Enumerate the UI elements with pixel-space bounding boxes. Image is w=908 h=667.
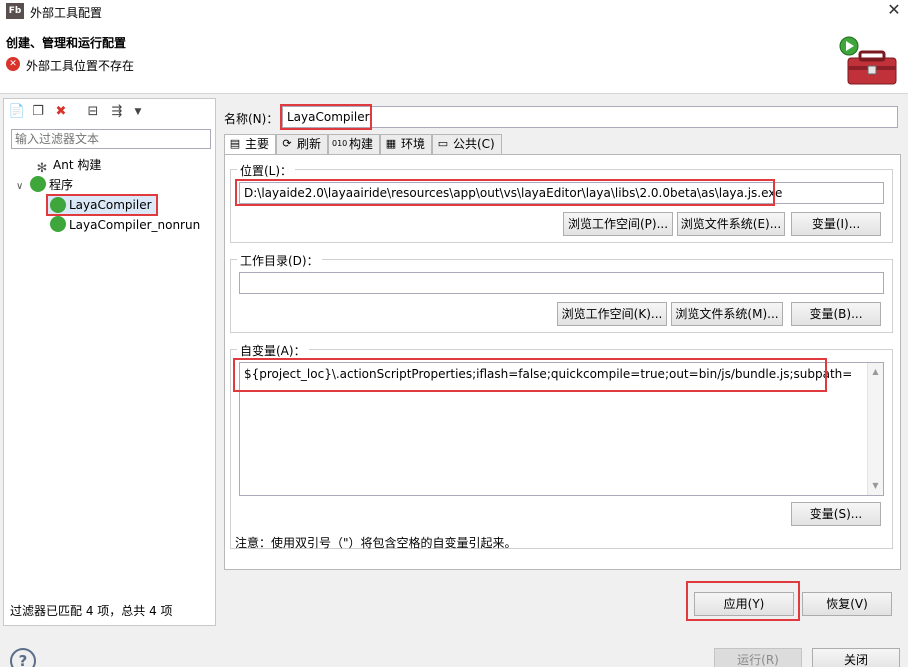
- help-icon[interactable]: ?: [10, 648, 36, 667]
- title-bar: Fb 外部工具配置 ✕: [0, 0, 908, 24]
- new-config-icon[interactable]: 📄: [8, 103, 26, 121]
- collapse-all-icon[interactable]: ⊟: [84, 103, 102, 121]
- name-highlight: [280, 104, 372, 130]
- delete-icon[interactable]: ✖: [52, 103, 70, 121]
- window-close-button[interactable]: ✕: [880, 0, 908, 22]
- arguments-highlight: [233, 358, 827, 392]
- name-label: 名称(N)：: [224, 112, 279, 126]
- tab-refresh[interactable]: ⟳ 刷新: [276, 134, 328, 154]
- tab-main[interactable]: ▤ 主要: [224, 134, 276, 155]
- workdir-group: 工作目录(D)： 浏览工作空间(K)... 浏览文件系统(M)... 变量(B)…: [230, 252, 893, 333]
- environment-tab-icon: ▦: [385, 137, 397, 150]
- arguments-scrollbar[interactable]: ▲ ▼: [867, 363, 883, 495]
- configuration-tree-panel: 📄 ❐ ✖ ⊟ ⇶ ▼ ✻Ant 构建 ∨程序 LayaCompiler Lay…: [3, 98, 216, 626]
- error-message: 外部工具位置不存在: [26, 59, 135, 73]
- workdir-variables-button[interactable]: 变量(B)...: [791, 302, 881, 326]
- tree-item-layacompiler[interactable]: LayaCompiler: [46, 194, 158, 216]
- run-button[interactable]: 运行(R): [714, 648, 802, 667]
- toolbox-icon: [839, 36, 897, 85]
- arguments-label: 自变量(A)：: [237, 342, 309, 359]
- window-title: 外部工具配置: [30, 6, 103, 20]
- dialog-header: 创建、管理和运行配置 ✕ 外部工具位置不存在: [0, 24, 908, 94]
- workdir-label: 工作目录(D)：: [237, 252, 322, 269]
- arguments-note: 注意：使用双引号（"）将包含空格的自变量引起来。: [235, 536, 517, 550]
- filter-input[interactable]: [11, 129, 211, 149]
- scroll-up-icon[interactable]: ▲: [868, 365, 883, 379]
- build-tab-icon: 010: [332, 139, 348, 148]
- tab-environment[interactable]: ▦ 环境: [380, 134, 432, 154]
- tab-common[interactable]: ▭ 公共(C): [432, 134, 502, 154]
- workdir-input[interactable]: [239, 272, 884, 294]
- browse-workspace-button[interactable]: 浏览工作空间(P)...: [563, 212, 673, 236]
- revert-button[interactable]: 恢复(V): [802, 592, 892, 616]
- location-label: 位置(L)：: [237, 162, 296, 179]
- chevron-down-icon[interactable]: ∨: [16, 177, 30, 197]
- menu-dropdown-icon[interactable]: ▼: [129, 103, 147, 121]
- program-run-icon: [30, 176, 46, 192]
- tree-item-program[interactable]: ∨ 程序: [16, 175, 73, 195]
- location-highlight: [235, 179, 775, 206]
- filter-icon[interactable]: ⇶: [108, 103, 126, 121]
- duplicate-icon[interactable]: ❐: [29, 103, 47, 121]
- filter-status: 过滤器已匹配 4 项，总共 4 项: [10, 604, 173, 618]
- error-icon: ✕: [6, 57, 20, 71]
- main-tab-content: 位置(L)： D:\layaide2.0\layaairide\resource…: [224, 154, 901, 570]
- common-tab-icon: ▭: [437, 137, 449, 150]
- tree-item-layacompiler-nonrun[interactable]: LayaCompiler_nonrun: [50, 215, 200, 235]
- main-tab-icon: ▤: [229, 137, 241, 150]
- apply-highlight: [686, 581, 800, 621]
- browse-filesystem-button-workdir[interactable]: 浏览文件系统(M)...: [671, 302, 783, 326]
- location-variables-button[interactable]: 变量(I)...: [791, 212, 881, 236]
- run-config-icon: [50, 216, 66, 232]
- scroll-down-icon[interactable]: ▼: [868, 479, 883, 493]
- run-config-icon: [50, 197, 66, 213]
- name-input[interactable]: LayaCompiler: [282, 106, 898, 128]
- browse-workspace-button-workdir[interactable]: 浏览工作空间(K)...: [557, 302, 667, 326]
- configuration-editor: 名称(N)： LayaCompiler ▤ 主要 ⟳ 刷新 010 构建 ▦ 环境 ▭ 公…: [220, 98, 905, 626]
- close-button[interactable]: 关闭: [812, 648, 900, 667]
- header-title: 创建、管理和运行配置: [6, 36, 127, 50]
- arguments-variables-button[interactable]: 变量(S)...: [791, 502, 881, 526]
- tree-item-ant-build[interactable]: ✻ Ant 构建: [34, 155, 102, 176]
- refresh-tab-icon: ⟳: [282, 137, 292, 150]
- tab-build[interactable]: 010 构建: [328, 134, 380, 154]
- app-icon: Fb: [6, 3, 24, 19]
- browse-filesystem-button[interactable]: 浏览文件系统(E)...: [677, 212, 785, 236]
